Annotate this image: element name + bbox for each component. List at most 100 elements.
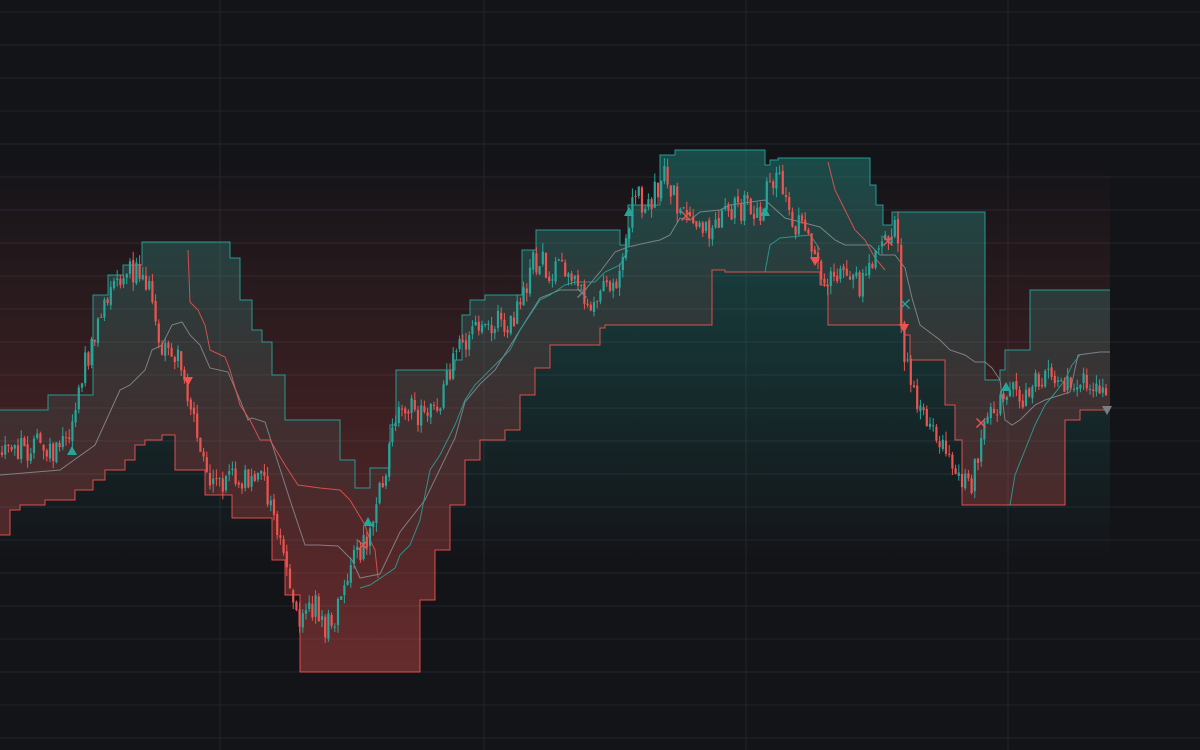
- candle-bull: [551, 279, 554, 281]
- candle-bull: [349, 565, 352, 583]
- candle-bull: [928, 423, 932, 427]
- candle-bear: [16, 445, 20, 459]
- candle-bull: [1060, 380, 1063, 382]
- candle-bear: [951, 454, 954, 469]
- candle-bear: [804, 219, 807, 231]
- candle-bear: [45, 450, 48, 457]
- candle-bull: [458, 339, 461, 350]
- candle-bull: [1079, 384, 1082, 389]
- candle-bull: [336, 598, 340, 626]
- candle-bull: [388, 443, 391, 477]
- candle-bear: [925, 408, 928, 427]
- candle-bear: [701, 222, 704, 233]
- candle-bull: [320, 616, 324, 620]
- candle-bull: [720, 210, 724, 228]
- candle-bull: [714, 219, 717, 228]
- candle-bear: [292, 590, 295, 603]
- candle-bear: [160, 344, 164, 355]
- candle-bull: [1031, 386, 1034, 399]
- candle-bear: [119, 278, 122, 286]
- candle-bear: [832, 271, 836, 277]
- candle-bull: [602, 281, 605, 292]
- candle-bear: [170, 347, 173, 357]
- candle-bear: [820, 261, 823, 280]
- candle-bear: [464, 340, 468, 350]
- candle-bull: [877, 248, 880, 250]
- candle-bull: [698, 222, 701, 227]
- candle-bear: [640, 187, 644, 213]
- candle-bull: [122, 278, 125, 285]
- candle-bear: [656, 183, 660, 198]
- chart-area[interactable]: [0, 0, 1200, 750]
- candle-bear: [1015, 381, 1018, 390]
- candle-bear: [685, 210, 688, 214]
- candle-bull: [125, 274, 128, 278]
- candle-bull: [61, 436, 64, 448]
- candle-bear: [68, 437, 71, 440]
- candle-bear: [311, 604, 314, 618]
- candle-bear: [781, 170, 784, 195]
- price-chart[interactable]: [0, 0, 1200, 750]
- candle-bear: [596, 300, 599, 302]
- candle-bull: [55, 442, 58, 463]
- candle-bear: [800, 215, 804, 221]
- candle-bear: [279, 535, 282, 538]
- candle-bear: [1069, 377, 1072, 388]
- candle-bear: [912, 385, 916, 388]
- candle-bull: [116, 278, 119, 281]
- candle-bear: [749, 198, 752, 214]
- candle-bull: [484, 323, 487, 325]
- candle-bull: [308, 602, 311, 609]
- candle-bull: [592, 302, 596, 312]
- candle-bull: [410, 398, 413, 413]
- candle-bull: [528, 267, 532, 294]
- candle-bull: [301, 613, 304, 628]
- candle-bear: [525, 288, 528, 293]
- candle-bear: [845, 268, 848, 276]
- candle-bull: [256, 472, 260, 480]
- candle-bull: [327, 613, 330, 639]
- candle-bull: [141, 274, 144, 280]
- candle-bull: [612, 282, 615, 291]
- candle-bull: [618, 270, 621, 288]
- candle-bull: [538, 266, 541, 275]
- candle-bear: [759, 206, 762, 221]
- candle-bull: [932, 425, 935, 427]
- candle-bear: [324, 616, 327, 638]
- candle-bear: [237, 482, 240, 485]
- candle-bear: [586, 303, 589, 305]
- candle-bull: [80, 383, 84, 388]
- candle-bear: [605, 280, 608, 283]
- candle-bull: [218, 477, 221, 479]
- candle-bull: [439, 408, 442, 411]
- candle-bear: [1018, 389, 1021, 402]
- candle-bear: [1028, 388, 1031, 397]
- candle-bull: [957, 472, 960, 476]
- candle-bear: [432, 404, 436, 406]
- candle-bear: [234, 468, 237, 484]
- candle-bear: [359, 547, 362, 561]
- candle-bull: [999, 394, 1002, 414]
- candle-bear: [768, 181, 772, 183]
- candle-bear: [948, 453, 951, 455]
- candle-bull: [573, 275, 576, 280]
- candle-bull: [260, 470, 263, 474]
- candle-bear: [960, 474, 964, 488]
- candle-bear: [253, 474, 256, 481]
- candle-bull: [384, 475, 388, 486]
- candle-bear: [263, 471, 266, 476]
- candle-bull: [839, 268, 842, 280]
- candle-bear: [144, 275, 148, 290]
- candle-bear: [42, 444, 45, 451]
- candle-bull: [1095, 383, 1098, 392]
- candle-bull: [164, 343, 167, 356]
- candle-bear: [202, 451, 205, 457]
- candle-bear: [823, 278, 826, 284]
- candle-bull: [756, 207, 759, 218]
- candle-bear: [608, 281, 612, 291]
- candle-bear: [676, 186, 679, 214]
- candle-bear: [240, 483, 244, 489]
- candle-bear: [436, 406, 439, 411]
- candle-bear: [100, 316, 103, 318]
- candle-bear: [266, 475, 269, 505]
